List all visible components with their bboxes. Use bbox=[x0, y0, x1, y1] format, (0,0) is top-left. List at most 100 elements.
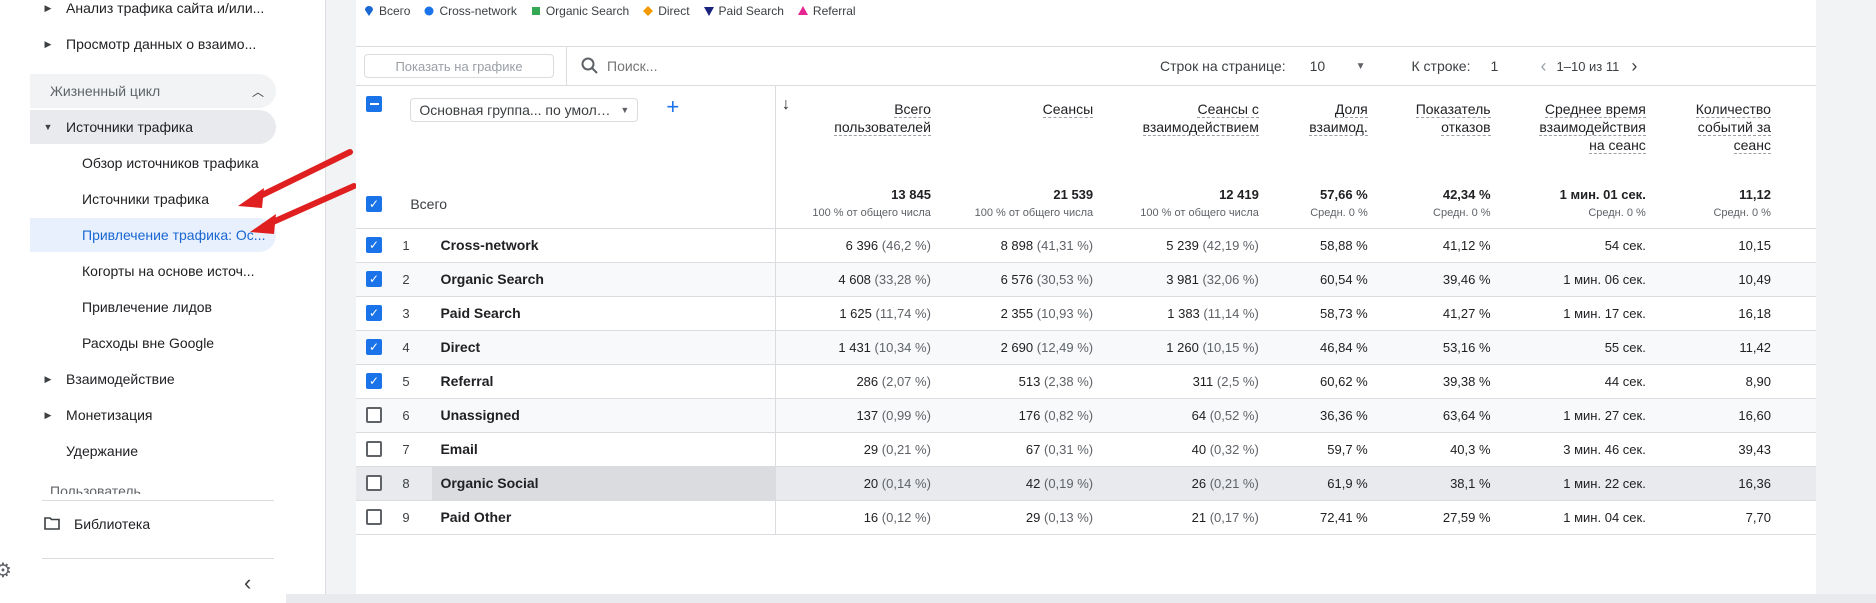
table-row[interactable]: ✓ 4 Direct 1 431 (10,34 %) 2 690 (12,49 %) 1 … bbox=[356, 330, 1816, 365]
table-row[interactable]: ✓ 2 Organic Search 4 608 (33,28 %) 6 576 (30… bbox=[356, 262, 1816, 297]
cell-bounce-rate: 41,27 % bbox=[1383, 296, 1507, 331]
legend-referral[interactable]: Referral bbox=[797, 4, 856, 18]
table-row[interactable]: 7 Email 29 (0,21 %) 67 (0,31 %) 40 (0,32 %) 5… bbox=[356, 432, 1816, 467]
table-row[interactable]: ✓ 1 Cross-network 6 396 (46,2 %) 8 898 (41,3… bbox=[356, 228, 1816, 263]
show-on-chart-button[interactable]: Показать на графике bbox=[364, 54, 554, 78]
report-panel: Всего Cross-network Organic Search Direc… bbox=[356, 0, 1816, 603]
divider bbox=[42, 500, 274, 501]
sidebar-item-acquisition[interactable]: ▼ Источники трафика bbox=[30, 110, 276, 144]
cell-avg-engagement-time: 3 мин. 46 сек. bbox=[1506, 432, 1662, 467]
caret-right-icon: ▶ bbox=[44, 2, 52, 13]
prev-page-icon[interactable]: ‹ bbox=[1541, 56, 1547, 77]
row-checkbox[interactable]: ✓ bbox=[366, 339, 382, 355]
row-channel-name[interactable]: Direct bbox=[432, 330, 776, 365]
cell-engagement-rate: 61,9 % bbox=[1274, 466, 1384, 501]
row-channel-name[interactable]: Paid Other bbox=[432, 500, 776, 535]
cell-avg-engagement-time: 1 мин. 22 сек. bbox=[1506, 466, 1662, 501]
row-channel-name[interactable]: Unassigned bbox=[432, 398, 776, 433]
col-header-engagement-rate[interactable]: Доля взаимод. bbox=[1274, 86, 1384, 180]
cell-bounce-rate: 63,64 % bbox=[1383, 398, 1507, 433]
cell-engaged-sessions: 64 (0,52 %) bbox=[1109, 398, 1275, 433]
cell-engagement-rate: 60,62 % bbox=[1274, 364, 1384, 399]
cell-avg-engagement-time: 1 мин. 06 сек. bbox=[1506, 262, 1662, 297]
row-checkbox[interactable]: ✓ bbox=[366, 305, 382, 321]
row-number: 1 bbox=[402, 228, 433, 263]
total-engagement-rate: 57,66 % Средн. 0 % bbox=[1274, 180, 1384, 229]
sidebar-item-lead-acquisition[interactable]: Привлечение лидов bbox=[30, 290, 276, 324]
legend-paid-search[interactable]: Paid Search bbox=[703, 4, 784, 18]
sidebar-item-monetization[interactable]: ▶ Монетизация bbox=[30, 398, 276, 432]
table-row[interactable]: ✓ 3 Paid Search 1 625 (11,74 %) 2 355 (10,93… bbox=[356, 296, 1816, 331]
legend-cross-network[interactable]: Cross-network bbox=[424, 4, 517, 18]
gear-icon[interactable]: ⚙ bbox=[0, 558, 12, 583]
col-header-avg-engagement-time[interactable]: Среднее время взаимодействия на сеанс bbox=[1506, 86, 1662, 180]
row-checkbox[interactable] bbox=[366, 407, 382, 423]
sidebar-section-lifecycle[interactable]: Жизненный цикл ︿ bbox=[30, 74, 276, 108]
cell-events-per-session: 10,15 bbox=[1661, 228, 1787, 263]
cell-sessions: 2 355 (10,93 %) bbox=[946, 296, 1110, 331]
cell-engaged-sessions: 1 260 (10,15 %) bbox=[1109, 330, 1275, 365]
sidebar-item-non-google-costs[interactable]: Расходы вне Google bbox=[30, 326, 276, 360]
col-header-total-users[interactable]: ↓ Всего пользователей bbox=[775, 86, 947, 180]
select-all-checkbox[interactable] bbox=[366, 96, 382, 112]
row-checkbox[interactable] bbox=[366, 475, 382, 491]
collapse-chevron-icon[interactable]: ‹ bbox=[244, 570, 251, 596]
row-channel-name[interactable]: Organic Social bbox=[432, 466, 776, 501]
total-row-checkbox[interactable]: ✓ bbox=[366, 195, 382, 212]
search-input[interactable] bbox=[607, 58, 907, 74]
row-checkbox[interactable] bbox=[366, 441, 382, 457]
sidebar-item-traffic-analysis[interactable]: ▶ Анализ трафика сайта и/или... bbox=[30, 0, 276, 25]
sidebar-item-engagement[interactable]: ▶ Взаимодействие bbox=[30, 362, 276, 396]
table-total-row: ✓ Всего 13 845 100 % от общего числа 21 5… bbox=[356, 180, 1816, 229]
cell-users: 1 625 (11,74 %) bbox=[775, 296, 947, 331]
cell-engaged-sessions: 1 383 (11,14 %) bbox=[1109, 296, 1275, 331]
go-to-row-input[interactable]: 1 bbox=[1491, 58, 1505, 74]
divider bbox=[42, 558, 274, 559]
cell-engagement-rate: 72,41 % bbox=[1274, 500, 1384, 535]
cell-bounce-rate: 38,1 % bbox=[1383, 466, 1507, 501]
col-header-bounce-rate[interactable]: Показатель отказов bbox=[1383, 86, 1507, 180]
rows-per-page-label: Строк на странице: bbox=[1160, 58, 1286, 74]
rows-per-page-select[interactable]: 10 bbox=[1310, 58, 1340, 74]
legend-direct[interactable]: Direct bbox=[643, 4, 690, 18]
legend-organic-search[interactable]: Organic Search bbox=[531, 4, 629, 18]
sidebar-item-retention[interactable]: Удержание bbox=[30, 434, 276, 468]
col-header-engaged-sessions[interactable]: Сеансы с взаимодействием bbox=[1109, 86, 1275, 180]
row-channel-name[interactable]: Referral bbox=[432, 364, 776, 399]
table-row[interactable]: 8 Organic Social 20 (0,14 %) 42 (0,19 %) 26 … bbox=[356, 466, 1816, 501]
row-checkbox[interactable]: ✓ bbox=[366, 237, 382, 253]
sidebar-item-source-cohorts[interactable]: Когорты на основе источ... bbox=[30, 254, 276, 288]
row-channel-name[interactable]: Paid Search bbox=[432, 296, 776, 331]
cell-sessions: 29 (0,13 %) bbox=[946, 500, 1110, 535]
cell-engaged-sessions: 26 (0,21 %) bbox=[1109, 466, 1275, 501]
cell-sessions: 8 898 (41,31 %) bbox=[946, 228, 1110, 263]
row-number: 5 bbox=[402, 364, 433, 399]
row-channel-name[interactable]: Organic Search bbox=[432, 262, 776, 297]
row-channel-name[interactable]: Email bbox=[432, 432, 776, 467]
dimension-select[interactable]: Основная группа... по умолчанию) ▼ bbox=[410, 98, 639, 122]
cell-users: 29 (0,21 %) bbox=[775, 432, 947, 467]
add-dimension-icon[interactable]: + bbox=[666, 94, 679, 120]
horizontal-scrollbar[interactable] bbox=[286, 594, 1876, 603]
col-header-sessions[interactable]: Сеансы bbox=[946, 86, 1110, 180]
cell-sessions: 176 (0,82 %) bbox=[946, 398, 1110, 433]
row-number: 7 bbox=[402, 432, 433, 467]
dropdown-arrow-icon[interactable]: ▼ bbox=[1356, 61, 1366, 72]
sidebar-item-library[interactable]: Библиотека bbox=[44, 507, 290, 541]
legend-total[interactable]: Всего bbox=[364, 4, 410, 18]
cell-avg-engagement-time: 44 сек. bbox=[1506, 364, 1662, 399]
cell-bounce-rate: 27,59 % bbox=[1383, 500, 1507, 535]
row-checkbox[interactable] bbox=[366, 509, 382, 525]
next-page-icon[interactable]: › bbox=[1631, 56, 1637, 77]
row-channel-name[interactable]: Cross-network bbox=[432, 228, 776, 263]
sort-down-arrow-icon[interactable]: ↓ bbox=[782, 96, 790, 114]
table-row[interactable]: ✓ 5 Referral 286 (2,07 %) 513 (2,38 %) 311 (2… bbox=[356, 364, 1816, 399]
table-row[interactable]: 6 Unassigned 137 (0,99 %) 176 (0,82 %) 64 (0… bbox=[356, 398, 1816, 433]
caret-down-icon: ▼ bbox=[43, 122, 53, 132]
row-checkbox[interactable]: ✓ bbox=[366, 373, 382, 389]
table-row[interactable]: 9 Paid Other 16 (0,12 %) 29 (0,13 %) 21 (0,1… bbox=[356, 500, 1816, 535]
col-header-events-per-session[interactable]: Количество событий за сеанс bbox=[1661, 86, 1787, 180]
row-checkbox[interactable]: ✓ bbox=[366, 271, 382, 287]
cell-avg-engagement-time: 55 сек. bbox=[1506, 330, 1662, 365]
sidebar-item-interaction-data[interactable]: ▶ Просмотр данных о взаимо... bbox=[30, 27, 276, 61]
